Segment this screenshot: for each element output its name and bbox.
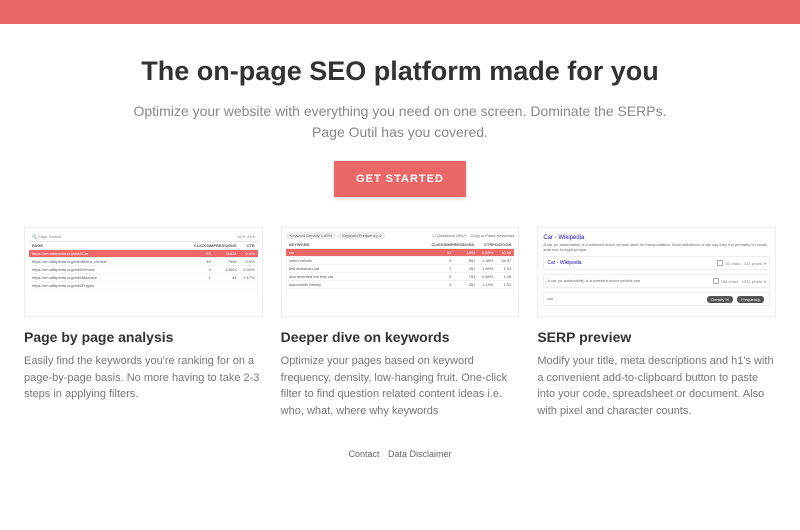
col: CTR [237,243,255,248]
feature-page-analysis: 🔍 Page Search All ▾ All ▾ PAGE CLICKS IM… [24,227,263,419]
qonly: Questions ONLY [437,233,467,238]
copy: Copy to Paste Keywords [471,233,515,238]
table-row: https://en.wikipedia.org/wiki/Engine [29,282,258,290]
top-accent-bar [0,0,800,24]
copy-icon [713,278,719,284]
feature-keywords: Keyword Density 1.65% Keyword Frequency … [281,227,520,419]
table-row: car1318950.53%10.06 [286,249,515,257]
col: POSITION [492,242,511,247]
col: IMPRESSIONS [446,242,474,247]
col: IMPRESSIONS [209,243,237,248]
tag: Density % [707,296,733,303]
hero-title: The on-page SEO platform made for you [64,56,736,87]
serp-desc: A car (or automobile) is a wheeled motor… [543,242,770,252]
screenshot-page-analysis: 🔍 Page Search All ▾ All ▾ PAGE CLICKS IM… [24,227,263,317]
chip: Keyword Frequency 4 [338,232,385,239]
col: CTR [474,242,492,247]
col: CLICKS [191,243,209,248]
table-row: https://en.wikipedia.org/wiki/Car5311631… [29,250,258,258]
feature-title: Deeper dive on keywords [281,329,520,345]
feature-title: Page by page analysis [24,329,263,345]
serp-row: Car - Wikipedia 15 chars · 123 pixels ▾ [543,256,770,270]
serp-h1: car [547,296,553,301]
serp-title2: Car - Wikipedia [547,260,581,266]
features-row: 🔍 Page Search All ▾ All ▾ PAGE CLICKS IM… [0,217,800,443]
feature-desc: Optimize your pages based on keyword fre… [281,353,520,419]
table-row: https://en.wikipedia.org/wiki/Vehicle313… [29,266,258,274]
footer: Contact Data Disclaimer [0,443,800,479]
serp-desc2: A car (or automobile) is a wheeled motor… [547,278,640,283]
shot1-all: All [237,234,241,239]
screenshot-keywords: Keyword Density 1.65% Keyword Frequency … [281,227,520,317]
col: CLICKS [428,242,446,247]
hero-subtitle: Optimize your website with everything yo… [120,101,680,143]
feature-title: SERP preview [537,329,776,345]
serp-row: A car (or automobile) is a wheeled motor… [543,274,770,288]
table-row: first american car74511.55%1.03 [286,265,515,273]
footer-disclaimer-link[interactable]: Data Disclaimer [388,449,452,459]
badge: 158 chars · 1232 pixels [721,279,762,284]
col: PAGE [32,243,191,248]
badge: 15 chars · 123 pixels [725,261,762,266]
serp-title: Car - Wikipedia [543,235,770,241]
feature-serp: Car - Wikipedia A car (or automobile) is… [537,227,776,419]
table-row: https://en.wikipedia.org/wiki/Motor_vehi… [29,258,258,266]
copy-icon [717,260,723,266]
feature-desc: Easily find the keywords you're ranking … [24,353,263,403]
table-row: motor vehicle96511.38%26.97 [286,257,515,265]
serp-row: car Density % Frequency [543,292,770,306]
hero-section: The on-page SEO platform made for you Op… [0,24,800,217]
get-started-button[interactable]: GET STARTED [334,161,466,197]
col: KEYWORD [289,242,429,247]
shot1-search: Page Search [38,234,61,239]
screenshot-serp: Car - Wikipedia A car (or automobile) is… [537,227,776,317]
table-row: who invented the first car57530.66%1.08 [286,273,515,281]
table-row: automobile history43511.14%1.01 [286,281,515,289]
chip: Keyword Density 1.65% [286,232,336,239]
shot1-all2: All [247,234,251,239]
tag: Frequency [737,296,764,303]
feature-desc: Modify your title, meta descriptions and… [537,353,776,419]
table-row: https://en.wikipedia.org/wiki/Machine146… [29,274,258,282]
footer-contact-link[interactable]: Contact [348,449,379,459]
